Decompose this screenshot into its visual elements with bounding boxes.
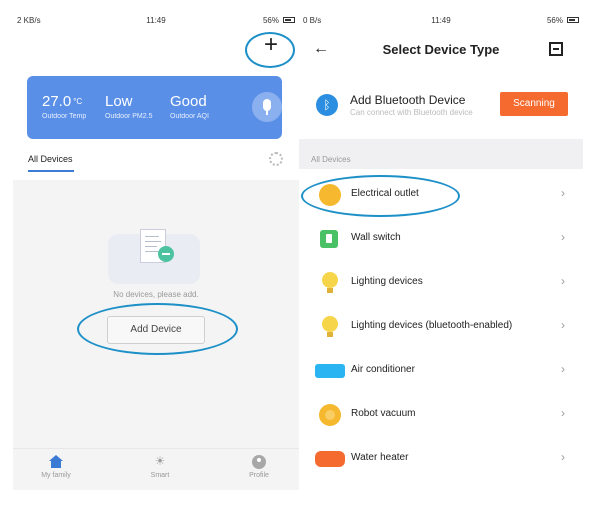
sun-icon: ☀ xyxy=(154,454,166,468)
home-screen: 2 KB/s 11:49 56% + 27.0 °C Outdoor Temp L… xyxy=(13,12,299,490)
add-device-button[interactable]: Add Device xyxy=(107,316,205,344)
clock: 11:49 xyxy=(146,16,166,25)
chevron-right-icon: › xyxy=(561,450,565,464)
device-row-lighting-bluetooth[interactable]: Lighting devices (bluetooth-enabled) › xyxy=(299,305,583,349)
device-label: Lighting devices (bluetooth-enabled) xyxy=(351,320,513,331)
device-label: Wall switch xyxy=(351,232,401,243)
home-icon xyxy=(49,455,63,469)
pm25-label: Outdoor PM2.5 xyxy=(105,113,153,120)
device-row-electrical-outlet[interactable]: Electrical outlet › xyxy=(299,173,583,217)
device-row-water-heater[interactable]: Water heater › xyxy=(299,437,583,481)
chevron-right-icon: › xyxy=(561,406,565,420)
bulb-icon xyxy=(319,272,341,294)
ac-icon xyxy=(315,364,345,378)
device-label: Electrical outlet xyxy=(351,188,419,199)
temp-unit: °C xyxy=(73,97,83,106)
weather-aqi: Good Outdoor AQI xyxy=(170,93,209,121)
bluetooth-row[interactable]: ᛒ Add Bluetooth Device Can connect with … xyxy=(299,82,583,138)
status-bar: 2 KB/s 11:49 56% xyxy=(13,12,299,30)
battery-level: 56% xyxy=(546,16,563,25)
minus-badge-icon xyxy=(158,246,174,262)
battery-icon xyxy=(567,17,579,23)
tab-all-devices[interactable]: All Devices xyxy=(28,154,73,164)
temp-label: Outdoor Temp xyxy=(42,113,87,120)
device-row-lighting[interactable]: Lighting devices › xyxy=(299,261,583,305)
device-row-air-conditioner[interactable]: Air conditioner › xyxy=(299,349,583,393)
page-title: Select Device Type xyxy=(382,42,500,57)
weather-temp: 27.0 °C Outdoor Temp xyxy=(42,93,87,121)
add-device-plus-icon[interactable]: + xyxy=(259,33,283,58)
temp-value: 27.0 xyxy=(42,93,72,110)
header: ← Select Device Type xyxy=(299,30,583,70)
aqi-label: Outdoor AQI xyxy=(170,113,209,120)
empty-state-text: No devices, please add. xyxy=(113,290,199,299)
bluetooth-title: Add Bluetooth Device xyxy=(350,93,466,107)
chevron-right-icon: › xyxy=(561,362,565,376)
select-device-screen: 0 B/s 11:49 56% ← Select Device Type ᛒ A… xyxy=(299,12,583,490)
battery-level: 56% xyxy=(262,16,279,25)
device-label: Robot vacuum xyxy=(351,408,416,419)
switch-icon xyxy=(320,230,338,248)
nav-label: Smart xyxy=(150,472,170,479)
device-label: Water heater xyxy=(351,452,409,463)
nav-smart[interactable]: ☀ Smart xyxy=(125,455,195,479)
section-label: All Devices xyxy=(311,155,351,164)
clock: 11:49 xyxy=(431,16,451,25)
aqi-value: Good xyxy=(170,93,207,110)
bluetooth-subtitle: Can connect with Bluetooth device xyxy=(350,108,473,117)
bluetooth-icon: ᛒ xyxy=(316,94,338,116)
tab-underline xyxy=(28,170,74,172)
profile-icon xyxy=(252,455,266,469)
status-bar: 0 B/s 11:49 56% xyxy=(299,12,583,30)
chevron-right-icon: › xyxy=(561,230,565,244)
bottom-nav: My family ☀ Smart Profile xyxy=(13,448,299,490)
device-row-robot-vacuum[interactable]: Robot vacuum › xyxy=(299,393,583,437)
chevron-right-icon: › xyxy=(561,318,565,332)
device-label: Air conditioner xyxy=(351,364,415,375)
vacuum-icon xyxy=(319,404,341,426)
device-row-wall-switch[interactable]: Wall switch › xyxy=(299,217,583,261)
weather-pm25: Low Outdoor PM2.5 xyxy=(105,93,153,121)
gear-icon[interactable] xyxy=(269,152,283,166)
pm25-value: Low xyxy=(105,93,133,110)
nav-my-family[interactable]: My family xyxy=(21,455,91,479)
chevron-right-icon: › xyxy=(561,186,565,200)
device-label: Lighting devices xyxy=(351,276,423,287)
weather-card[interactable]: 27.0 °C Outdoor Temp Low Outdoor PM2.5 Go… xyxy=(27,76,282,139)
nav-label: My family xyxy=(41,472,71,479)
chevron-right-icon: › xyxy=(561,274,565,288)
section-header: All Devices xyxy=(299,139,583,169)
water-heater-icon xyxy=(315,451,345,467)
empty-state-illustration xyxy=(108,224,200,288)
nav-profile[interactable]: Profile xyxy=(224,455,294,479)
nav-label: Profile xyxy=(249,472,269,479)
outlet-icon xyxy=(319,184,341,206)
bulb-icon xyxy=(319,316,341,338)
scan-icon[interactable] xyxy=(549,42,563,56)
battery-icon xyxy=(283,17,295,23)
microphone-icon[interactable] xyxy=(252,92,282,122)
scanning-button[interactable]: Scanning xyxy=(500,92,568,116)
